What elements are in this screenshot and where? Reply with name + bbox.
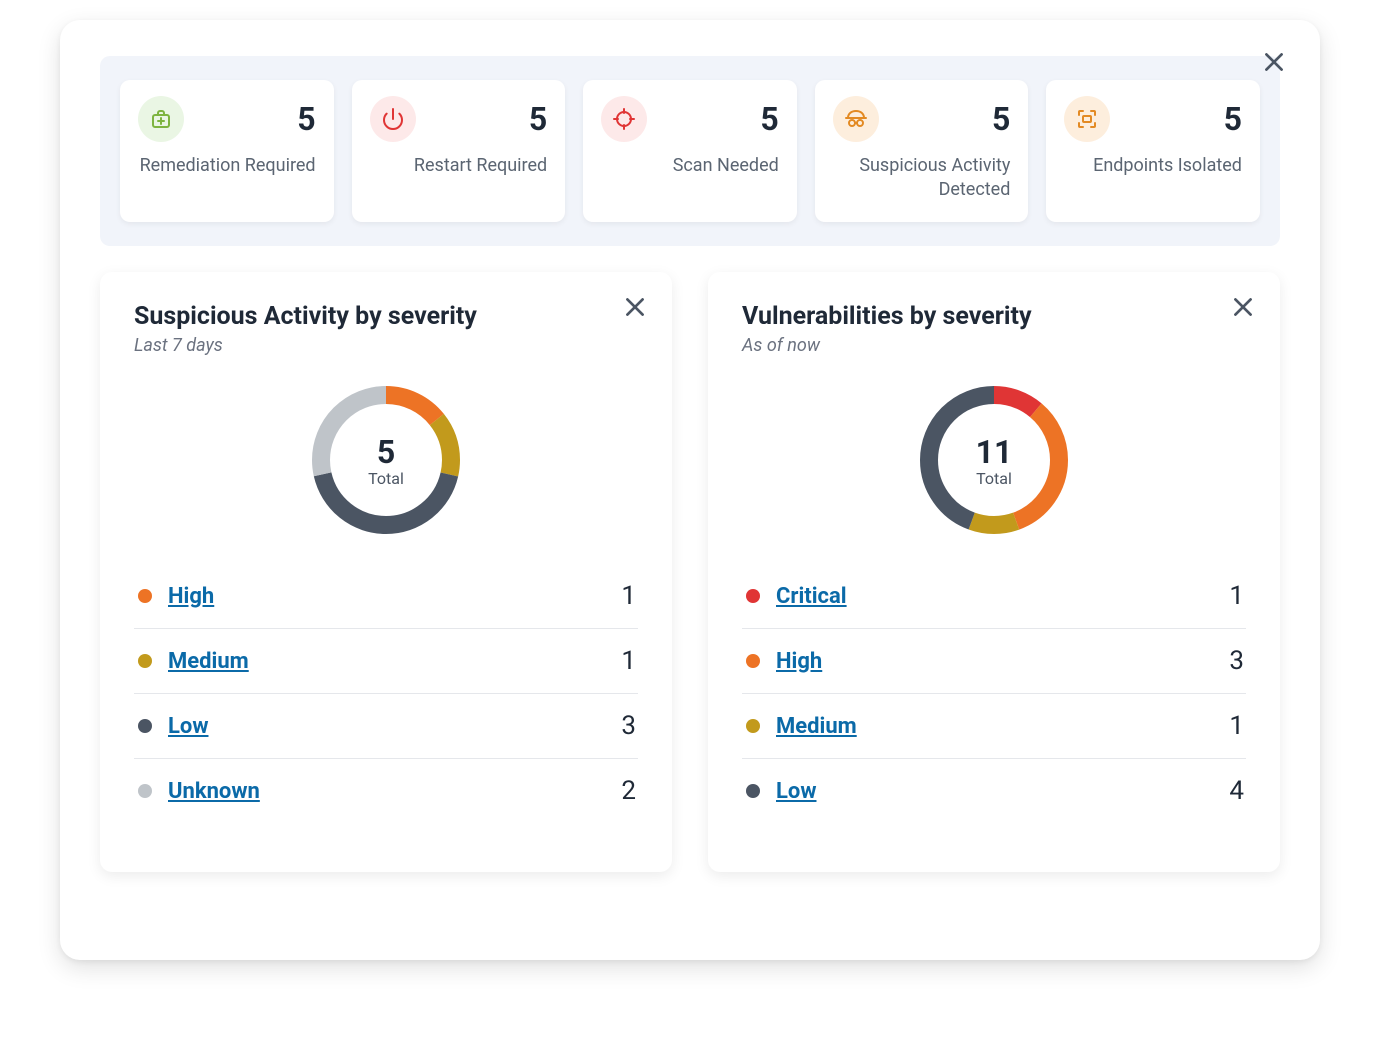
legend-link-medium[interactable]: Medium: [776, 714, 857, 739]
legend-dot-low: [138, 719, 152, 733]
legend-dot-high: [138, 589, 152, 603]
legend-dot-high: [746, 654, 760, 668]
stat-card[interactable]: 5 Suspicious Activity Detected: [815, 80, 1029, 222]
legend-dot-critical: [746, 589, 760, 603]
legend-count: 1: [621, 646, 636, 676]
target-icon: [612, 107, 636, 131]
legend-dot-medium: [746, 719, 760, 733]
legend-count: 1: [621, 581, 636, 611]
stat-label: Scan Needed: [601, 154, 779, 178]
donut-center: 11 Total: [914, 380, 1074, 540]
stat-top: 5: [370, 96, 548, 142]
stat-card[interactable]: 5 Remediation Required: [120, 80, 334, 222]
donut-chart: 5 Total: [306, 380, 466, 540]
severity-widget: Suspicious Activity by severity Last 7 d…: [100, 272, 672, 872]
status-banner: 5 Remediation Required 5 Restart Require…: [100, 56, 1280, 246]
stat-label: Suspicious Activity Detected: [833, 154, 1011, 203]
stat-label: Restart Required: [370, 154, 548, 178]
donut-total: 5: [377, 433, 395, 471]
widgets-row: Suspicious Activity by severity Last 7 d…: [100, 272, 1280, 872]
legend-row: Low 3: [134, 694, 638, 759]
close-icon: [1261, 49, 1287, 75]
legend-row: Critical 1: [742, 564, 1246, 629]
legend-count: 1: [1229, 711, 1244, 741]
legend-count: 3: [1229, 646, 1244, 676]
spy-icon: [844, 107, 868, 131]
close-panel-button[interactable]: [1258, 46, 1290, 78]
legend-link-low[interactable]: Low: [776, 779, 816, 804]
legend-count: 1: [1229, 581, 1244, 611]
close-icon: [1230, 294, 1256, 320]
close-icon: [622, 294, 648, 320]
widget-title: Suspicious Activity by severity: [134, 302, 638, 331]
stat-top: 5: [1064, 96, 1242, 142]
dashboard-panel: 5 Remediation Required 5 Restart Require…: [60, 20, 1320, 960]
donut-total: 11: [976, 433, 1013, 471]
donut-center: 5 Total: [306, 380, 466, 540]
legend-link-low[interactable]: Low: [168, 714, 208, 739]
legend-row: Medium 1: [742, 694, 1246, 759]
legend-link-unknown[interactable]: Unknown: [168, 779, 260, 804]
widget-close-button[interactable]: [1228, 292, 1258, 322]
legend-count: 2: [621, 776, 636, 806]
legend-link-critical[interactable]: Critical: [776, 584, 847, 609]
legend-link-medium[interactable]: Medium: [168, 649, 249, 674]
legend-count: 3: [621, 711, 636, 741]
stat-count: 5: [760, 100, 778, 138]
isolate-icon-wrap: [1064, 96, 1110, 142]
stat-top: 5: [601, 96, 779, 142]
spy-icon-wrap: [833, 96, 879, 142]
legend-row: High 1: [134, 564, 638, 629]
stat-card[interactable]: 5 Endpoints Isolated: [1046, 80, 1260, 222]
donut-wrap: 11 Total: [742, 380, 1246, 540]
legend-link-high[interactable]: High: [168, 584, 214, 609]
widget-subtitle: Last 7 days: [134, 335, 638, 356]
donut-total-label: Total: [976, 469, 1012, 488]
stat-count: 5: [992, 100, 1010, 138]
stat-count: 5: [297, 100, 315, 138]
legend-row: Medium 1: [134, 629, 638, 694]
legend-row: High 3: [742, 629, 1246, 694]
widget-close-button[interactable]: [620, 292, 650, 322]
stat-card[interactable]: 5 Restart Required: [352, 80, 566, 222]
stat-top: 5: [138, 96, 316, 142]
target-icon-wrap: [601, 96, 647, 142]
widget-subtitle: As of now: [742, 335, 1246, 356]
stat-count: 5: [1224, 100, 1242, 138]
isolate-icon: [1075, 107, 1099, 131]
stat-top: 5: [833, 96, 1011, 142]
medkit-icon: [149, 107, 173, 131]
stat-card[interactable]: 5 Scan Needed: [583, 80, 797, 222]
power-icon-wrap: [370, 96, 416, 142]
legend-dot-unknown: [138, 784, 152, 798]
medkit-icon-wrap: [138, 96, 184, 142]
power-icon: [381, 107, 405, 131]
legend-dot-low: [746, 784, 760, 798]
legend-row: Low 4: [742, 759, 1246, 823]
stat-label: Remediation Required: [138, 154, 316, 178]
severity-widget: Vulnerabilities by severity As of now 11…: [708, 272, 1280, 872]
legend-row: Unknown 2: [134, 759, 638, 823]
donut-total-label: Total: [368, 469, 404, 488]
donut-wrap: 5 Total: [134, 380, 638, 540]
donut-chart: 11 Total: [914, 380, 1074, 540]
widget-title: Vulnerabilities by severity: [742, 302, 1246, 331]
legend-link-high[interactable]: High: [776, 649, 822, 674]
stat-label: Endpoints Isolated: [1064, 154, 1242, 178]
legend-dot-medium: [138, 654, 152, 668]
legend-count: 4: [1229, 776, 1244, 806]
stat-count: 5: [529, 100, 547, 138]
